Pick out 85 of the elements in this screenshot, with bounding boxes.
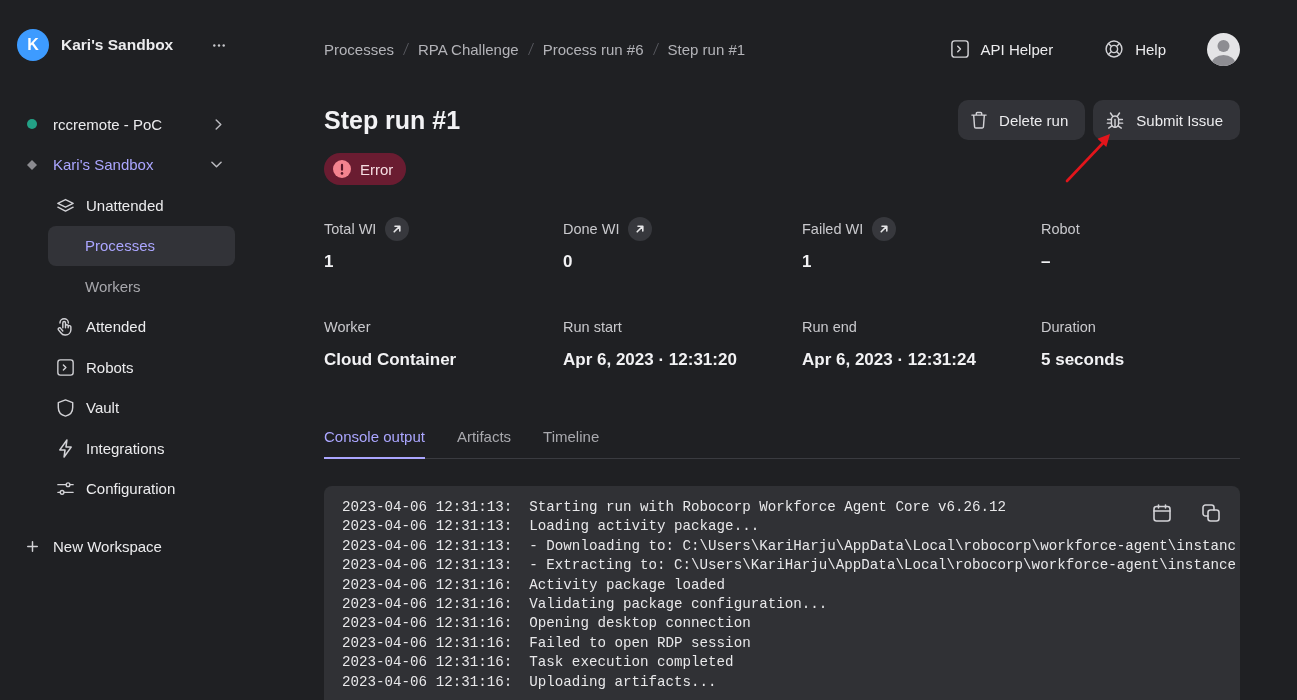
stat-value: 5 seconds — [1041, 349, 1126, 371]
stat-label: Worker — [324, 319, 371, 335]
log-timestamp: 2023-04-06 12:31:13: — [342, 556, 513, 576]
log-timestamp: 2023-04-06 12:31:13: — [342, 517, 513, 537]
action-button[interactable]: Delete run — [958, 100, 1086, 140]
header-link[interactable]: Help — [1105, 40, 1166, 58]
stat-label: Total WI — [324, 221, 377, 237]
annotation-arrow — [1065, 133, 1111, 183]
lifebuoy-icon — [1105, 40, 1124, 58]
alert-icon — [333, 160, 351, 178]
calendar-icon[interactable] — [1153, 504, 1171, 522]
log-timestamp: 2023-04-06 12:31:13: — [342, 536, 513, 556]
log-message: - Downloading to: C:\Users\KariHarju\AppData\Local\robocorp\workforce-agent\instanc — [529, 536, 1236, 556]
more-icon[interactable] — [213, 43, 225, 47]
workspace-item[interactable]: rccremote - PoC — [20, 104, 235, 144]
header-link[interactable]: API Helper — [950, 40, 1054, 58]
nav-item[interactable]: Workers — [48, 266, 235, 306]
log-message: Activity package loaded — [529, 575, 726, 595]
status-label: Error — [360, 160, 394, 178]
terminal-icon — [950, 40, 969, 58]
stat-label: Done WI — [563, 221, 620, 237]
tab[interactable]: Timeline — [543, 428, 600, 459]
layers-icon — [57, 197, 74, 213]
stat-value: 0 — [563, 251, 574, 273]
workspace-item[interactable]: Kari's Sandbox — [20, 144, 235, 185]
sliders-icon — [57, 481, 74, 496]
log-message: Validating package configuration... — [529, 594, 828, 614]
stat-label: Run end — [802, 319, 857, 335]
bug-icon — [1106, 111, 1125, 129]
breadcrumb-current[interactable]: Step run #1 — [667, 40, 746, 58]
nav-item[interactable]: Attended — [48, 306, 235, 347]
arrow-up-right-icon[interactable] — [872, 217, 897, 241]
workspace-avatar: K — [17, 29, 49, 61]
breadcrumb-link[interactable]: RPA Challenge — [418, 40, 519, 58]
trash-icon — [971, 111, 988, 129]
nav-item[interactable]: Robots — [48, 347, 235, 387]
log-timestamp: 2023-04-06 12:31:16: — [342, 594, 513, 614]
slash-separator-icon — [652, 42, 659, 56]
log-message: Task execution completed — [529, 653, 734, 673]
terminal-icon — [57, 358, 74, 376]
breadcrumb-link[interactable]: Processes — [324, 40, 395, 58]
nav-item[interactable]: Unattended — [48, 185, 235, 225]
user-avatar[interactable] — [1207, 32, 1240, 66]
log-timestamp: 2023-04-06 12:31:16: — [342, 672, 513, 692]
stat-value: – — [1041, 251, 1052, 273]
nav-item[interactable]: Vault — [48, 387, 235, 428]
log-timestamp: 2023-04-06 12:31:13: — [342, 498, 513, 517]
nav-item[interactable]: Configuration — [48, 468, 235, 509]
stat-value: 1 — [324, 251, 335, 273]
plus-icon — [27, 540, 38, 552]
slash-separator-icon — [403, 42, 410, 56]
breadcrumb-link[interactable]: Process run #6 — [542, 40, 644, 58]
stat-value: Apr 6, 2023 · 12:31:24 — [802, 349, 977, 371]
log-message: Loading activity package... — [529, 517, 760, 537]
log-message: - Extracting to: C:\Users\KariHarju\AppData\Local\robocorp\workforce-agent\instance — [529, 556, 1236, 576]
stat-value: Apr 6, 2023 · 12:31:20 — [563, 349, 738, 371]
stat-value: 1 — [802, 251, 813, 273]
stat-label: Run start — [563, 319, 622, 335]
log-timestamp: 2023-04-06 12:31:16: — [342, 633, 513, 653]
tab[interactable]: Artifacts — [456, 428, 512, 459]
action-button[interactable]: Submit Issue — [1093, 100, 1240, 140]
tap-hand-icon — [57, 317, 74, 336]
lightning-icon — [57, 438, 74, 458]
stat-value: Cloud Container — [324, 349, 458, 371]
slash-separator-icon — [527, 42, 534, 56]
page-title: Step run #1 — [324, 105, 461, 135]
tab[interactable]: Console output — [324, 428, 425, 459]
log-message: Failed to open RDP session — [529, 633, 751, 653]
log-message: Opening desktop connection — [529, 614, 751, 634]
nav-item[interactable]: Processes — [48, 225, 235, 266]
copy-icon[interactable] — [1202, 504, 1220, 522]
stat-label: Duration — [1041, 319, 1096, 335]
log-message: Starting run with Robocorp Workforce Agent Core v6.26.12 — [529, 498, 1007, 517]
log-timestamp: 2023-04-06 12:31:16: — [342, 614, 513, 634]
nav-item[interactable]: Integrations — [48, 428, 235, 468]
log-timestamp: 2023-04-06 12:31:16: — [342, 575, 513, 595]
log-message: Uploading artifacts... — [529, 672, 717, 692]
shield-icon — [57, 398, 74, 417]
stat-label: Robot — [1041, 221, 1080, 237]
arrow-up-right-icon[interactable] — [628, 217, 653, 241]
new-workspace-button[interactable]: New Workspace — [27, 526, 162, 566]
stat-label: Failed WI — [802, 221, 864, 237]
log-timestamp: 2023-04-06 12:31:16: — [342, 653, 513, 673]
workspace-name: Kari's Sandbox — [61, 36, 174, 54]
arrow-up-right-icon[interactable] — [385, 217, 410, 241]
